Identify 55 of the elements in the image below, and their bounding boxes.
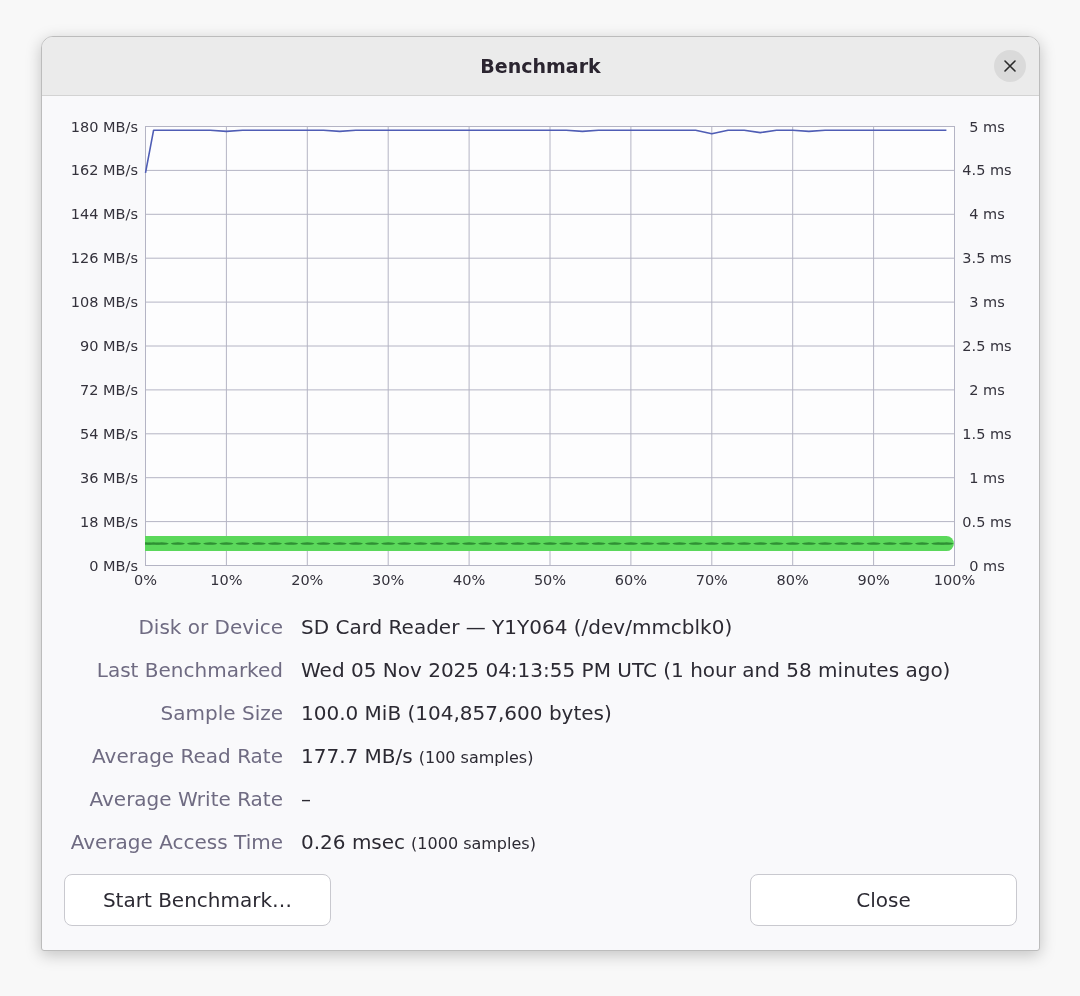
- window-title: Benchmark: [480, 55, 601, 77]
- access-time-point: [365, 542, 379, 545]
- x-axis-label: 0%: [134, 572, 157, 588]
- x-axis-label: 10%: [210, 572, 243, 588]
- detail-label: Sample Size: [159, 700, 283, 725]
- y-axis-label: 18 MB/s: [80, 513, 138, 530]
- y-axis-label: 180 MB/s: [70, 118, 138, 135]
- access-time-axis-label: 1 ms: [969, 469, 1005, 486]
- access-time-axis-label: 4 ms: [969, 206, 1005, 223]
- close-dialog-button[interactable]: Close: [750, 874, 1017, 926]
- detail-value: Wed 05 Nov 2025 04:13:55 PM UTC (1 hour and 58 minutes ago): [301, 657, 951, 682]
- access-time-axis-label: 1.5 ms: [962, 425, 1012, 442]
- x-axis-label: 60%: [614, 572, 647, 588]
- x-axis-label: 20%: [291, 572, 324, 588]
- access-time-axis-label: 5 ms: [969, 118, 1005, 135]
- x-axis-label: 50%: [533, 572, 567, 588]
- sample-count: (100 samples): [418, 747, 534, 767]
- detail-label: Disk or Device: [137, 614, 283, 639]
- x-axis-label: 40%: [453, 572, 486, 588]
- x-axis-label: 90%: [857, 572, 890, 588]
- x-axis-label: 70%: [695, 572, 728, 588]
- sample-count: (1000 samples): [411, 833, 536, 853]
- access-time-axis-label: 3.5 ms: [962, 250, 1012, 267]
- close-icon: [1004, 60, 1016, 72]
- y-axis-label: 90 MB/s: [80, 338, 138, 354]
- detail-label: Average Read Rate: [91, 743, 283, 768]
- detail-label: Last Benchmarked: [95, 657, 283, 682]
- y-axis-label: 0 MB/s: [89, 557, 138, 574]
- y-axis-label: 126 MB/s: [70, 250, 138, 267]
- access-time-axis-label: 2 ms: [969, 381, 1005, 398]
- start-benchmark-button[interactable]: Start Benchmark…: [64, 874, 331, 926]
- window-close-button[interactable]: [994, 50, 1026, 82]
- detail-value: 177.7 MB/s: [301, 743, 413, 768]
- detail-value: –: [301, 786, 311, 811]
- detail-value: 0.26 msec: [301, 829, 406, 854]
- detail-label: Average Write Rate: [88, 786, 283, 811]
- y-axis-label: 72 MB/s: [80, 381, 138, 398]
- x-axis-label: 100%: [933, 572, 976, 588]
- x-axis-label: 80%: [776, 572, 809, 588]
- access-time-point: [721, 542, 735, 545]
- access-time-axis-label: 3 ms: [969, 294, 1005, 311]
- access-time-axis-label: 2.5 ms: [962, 338, 1012, 354]
- y-axis-label: 108 MB/s: [70, 294, 138, 311]
- access-time-axis-label: 0 ms: [969, 557, 1005, 574]
- detail-label: Average Access Time: [69, 829, 283, 854]
- access-time-axis-label: 0.5 ms: [962, 513, 1012, 530]
- access-time-point: [543, 542, 557, 545]
- y-axis-label: 144 MB/s: [70, 206, 138, 223]
- x-axis-label: 30%: [372, 572, 405, 588]
- y-axis-label: 54 MB/s: [80, 425, 138, 442]
- access-time-axis-label: 4.5 ms: [962, 162, 1012, 179]
- detail-value: SD Card Reader — Y1Y064 (/dev/mmcblk0): [301, 614, 733, 639]
- detail-value: 100.0 MiB (104,857,600 bytes): [301, 700, 612, 725]
- y-axis-label: 162 MB/s: [70, 162, 138, 179]
- y-axis-label: 36 MB/s: [80, 469, 138, 486]
